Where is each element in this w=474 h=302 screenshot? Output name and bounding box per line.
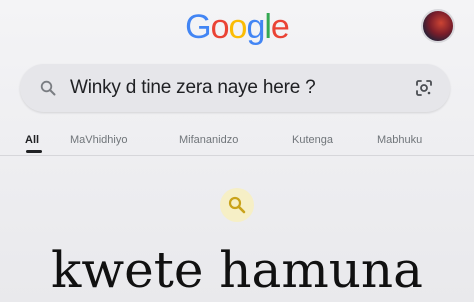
search-icon — [228, 196, 246, 214]
result-search-icon-badge — [220, 188, 254, 222]
tab-books[interactable]: Mabhuku — [377, 134, 422, 146]
divider — [0, 155, 474, 156]
active-tab-indicator — [26, 150, 42, 153]
avatar[interactable] — [421, 9, 455, 43]
search-bar[interactable]: Winky d tine zera naye here ? — [20, 64, 450, 112]
logo-letter: o — [228, 8, 248, 46]
logo-letter: g — [246, 8, 265, 46]
tab-all[interactable]: All — [25, 134, 39, 146]
logo-letter: o — [210, 8, 230, 46]
search-input[interactable]: Winky d tine zera naye here ? — [70, 77, 316, 99]
meme-caption: kwete hamuna — [51, 241, 423, 299]
search-tabs: All MaVhidhiyo Mifananidzo Kutenga Mabhu… — [0, 130, 474, 154]
search-icon — [40, 80, 56, 96]
logo-letter: e — [270, 8, 290, 46]
screen: Google Winky d tine zera naye here ? All… — [0, 0, 474, 302]
tab-videos[interactable]: MaVhidhiyo — [70, 134, 127, 146]
google-logo: Google — [0, 8, 474, 47]
tab-images[interactable]: Mifananidzo — [179, 134, 238, 146]
google-lens-icon[interactable] — [414, 78, 434, 98]
logo-letter: G — [185, 8, 211, 46]
tab-shopping[interactable]: Kutenga — [292, 134, 333, 146]
